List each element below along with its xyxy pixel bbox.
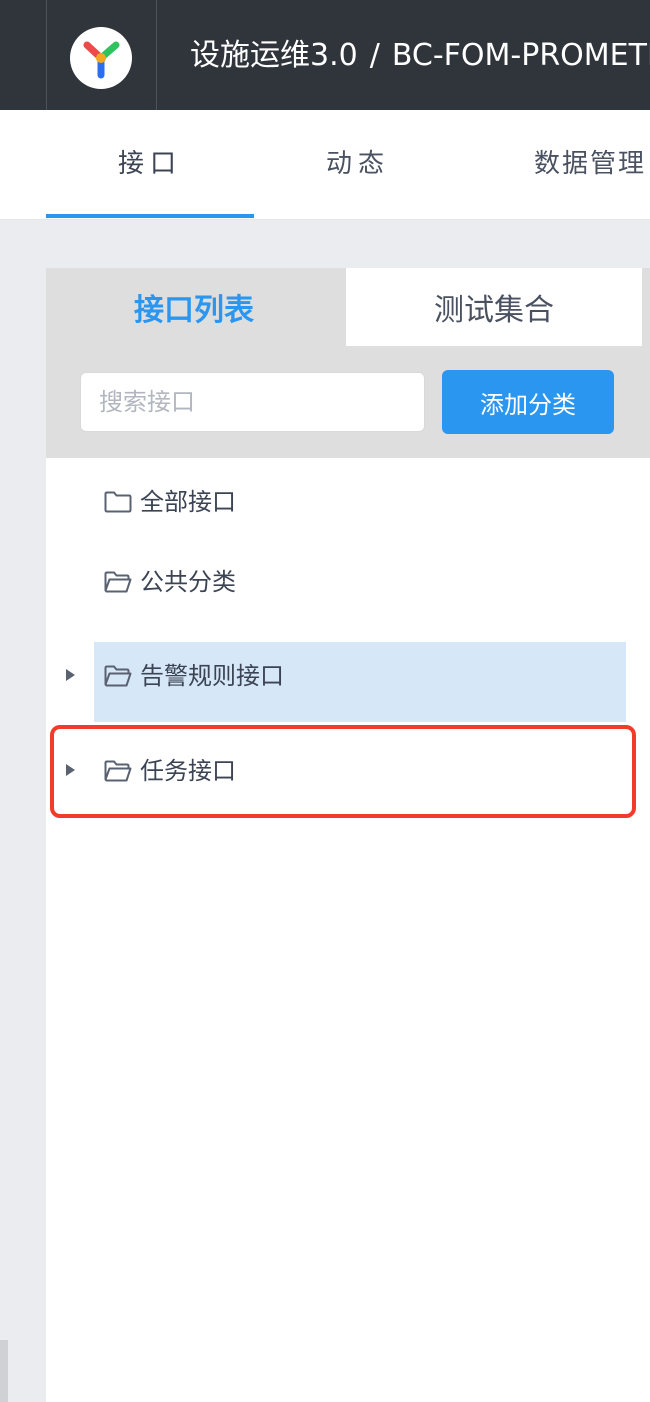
breadcrumb: 设施运维3.0 / BC-FOM-PROMETHEUS xyxy=(190,36,650,76)
folder-open-icon xyxy=(104,665,132,687)
tab-data-management[interactable]: 数据管理 xyxy=(534,144,646,184)
add-category-button[interactable]: 添加分类 xyxy=(442,370,614,434)
breadcrumb-project[interactable]: 设施运维3.0 xyxy=(190,38,358,73)
folder-open-icon xyxy=(104,760,132,782)
topbar-divider xyxy=(156,0,157,110)
tree-item-public[interactable]: 公共分类 xyxy=(46,542,650,622)
caret-right-icon[interactable] xyxy=(66,764,75,776)
tree-item-label: 公共分类 xyxy=(140,568,236,596)
top-bar: 设施运维3.0 / BC-FOM-PROMETHEUS xyxy=(0,0,650,110)
search-input[interactable] xyxy=(80,372,425,432)
interface-panel: 接口列表 测试集合 添加分类 全部接口 公共分类 告警规则接口 任务 xyxy=(46,268,650,1402)
tree-item-all[interactable]: 全部接口 xyxy=(46,462,650,542)
tree-item-label: 全部接口 xyxy=(140,488,236,516)
tree-item-alert-rules[interactable]: 告警规则接口 xyxy=(46,638,650,718)
main-tabs: 接口 动态 数据管理 xyxy=(0,110,650,220)
search-toolbar: 添加分类 xyxy=(46,346,650,458)
tree-item-label: 告警规则接口 xyxy=(140,662,284,690)
tab-interface[interactable]: 接口 xyxy=(118,144,182,184)
sub-tabs: 接口列表 测试集合 xyxy=(46,268,650,346)
tree-item-task[interactable]: 任务接口 xyxy=(46,732,650,812)
folder-icon xyxy=(104,491,132,513)
subtab-test-collection[interactable]: 测试集合 xyxy=(346,268,642,346)
tree-item-label: 任务接口 xyxy=(140,757,236,785)
window-edge xyxy=(0,1340,8,1402)
caret-right-icon[interactable] xyxy=(66,669,75,681)
logo-icon[interactable] xyxy=(70,27,132,89)
topbar-divider xyxy=(46,0,47,110)
active-tab-indicator xyxy=(46,214,254,218)
subtab-interface-list[interactable]: 接口列表 xyxy=(46,268,342,346)
folder-open-icon xyxy=(104,571,132,593)
breadcrumb-separator: / xyxy=(369,38,380,73)
tab-activity[interactable]: 动态 xyxy=(326,144,390,184)
breadcrumb-repo[interactable]: BC-FOM-PROMETHEUS xyxy=(392,38,650,73)
